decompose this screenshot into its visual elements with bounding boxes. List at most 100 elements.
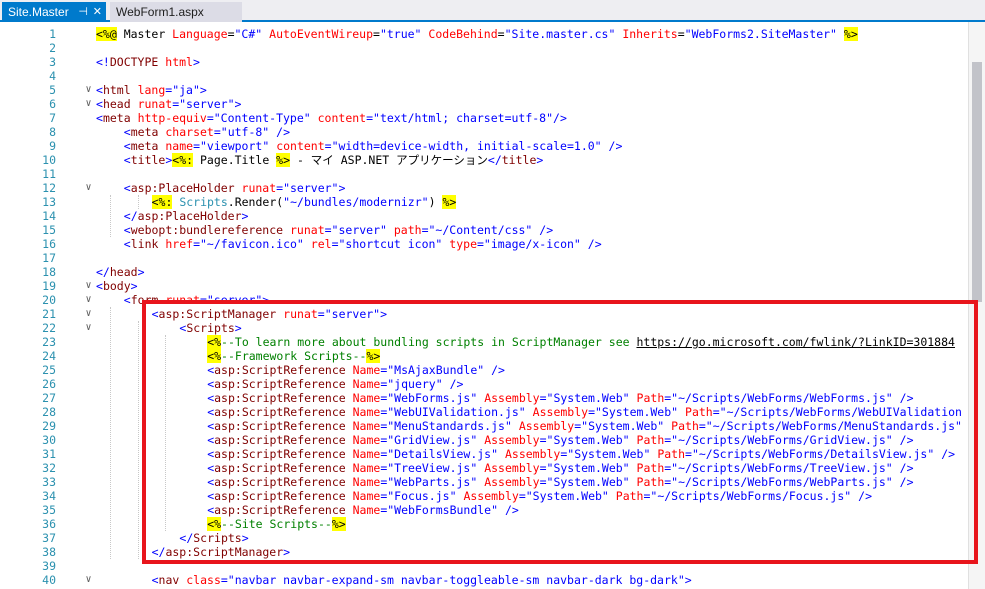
code-token: <: [96, 83, 103, 97]
outlining-margin[interactable]: ∨ ∨ ∨ ∨ ∨ ∨ ∨ ∨: [84, 22, 94, 589]
code-line[interactable]: <%@ Master Language="C#" AutoEventWireup…: [96, 27, 858, 41]
code-line[interactable]: <%: Scripts.Render("~/bundles/modernizr"…: [151, 195, 457, 209]
line-number: 33: [42, 475, 56, 489]
collapse-chevron-icon[interactable]: ∨: [84, 321, 93, 335]
code-token: asp:ScriptReference: [214, 475, 346, 489]
code-token: asp:ScriptReference: [214, 433, 346, 447]
code-line[interactable]: <form runat="server">: [124, 293, 269, 307]
code-token: ="server">: [172, 97, 242, 111]
code-token: Inherits: [622, 27, 678, 41]
indent-guide: [165, 335, 167, 531]
code-token: asp:PlaceHolder: [137, 209, 242, 223]
collapse-chevron-icon[interactable]: ∨: [84, 279, 93, 293]
code-token: />: [899, 433, 914, 447]
code-token: content: [276, 139, 325, 153]
code-line[interactable]: <asp:PlaceHolder runat="server">: [124, 181, 346, 195]
code-token: <: [96, 111, 103, 125]
code-token: >: [241, 209, 249, 223]
code-token: asp:ScriptReference: [214, 391, 346, 405]
code-line[interactable]: <%--Framework Scripts--%>: [207, 349, 381, 363]
code-token: <: [96, 97, 103, 111]
code-token: ="ja">: [165, 83, 207, 97]
code-token: Path: [671, 419, 699, 433]
code-line[interactable]: <asp:ScriptReference Name="DetailsView.j…: [207, 447, 955, 461]
code-token: />: [899, 391, 914, 405]
code-token: Path: [636, 391, 665, 405]
code-line[interactable]: <asp:ScriptReference Name="WebParts.js" …: [207, 475, 913, 489]
close-icon[interactable]: ✕: [93, 2, 102, 22]
code-line[interactable]: <asp:ScriptManager runat="server">: [152, 307, 387, 321]
code-line[interactable]: <meta http-equiv="Content-Type" content=…: [96, 111, 567, 125]
code-line[interactable]: <nav class="navbar navbar-expand-sm navb…: [152, 573, 692, 587]
code-line[interactable]: <asp:ScriptReference Name="jquery" />: [207, 377, 463, 391]
collapse-chevron-icon[interactable]: ∨: [84, 97, 93, 111]
code-line[interactable]: <asp:ScriptReference Name="MenuStandards…: [207, 419, 962, 433]
code-token: Assembly: [518, 419, 575, 433]
code-line[interactable]: </head>: [96, 265, 145, 279]
code-token: Scripts: [193, 531, 242, 545]
code-line[interactable]: <asp:ScriptReference Name="GridView.js" …: [207, 433, 913, 447]
code-token: />: [276, 125, 291, 139]
code-line[interactable]: <%--To learn more about bundling scripts…: [207, 335, 955, 349]
line-number: 23: [42, 335, 56, 349]
code-token: <%: [207, 517, 222, 531]
code-line[interactable]: <link href="~/favicon.ico" rel="shortcut…: [124, 237, 602, 251]
code-token: ="System.Web": [539, 461, 630, 475]
code-token: "true": [379, 27, 422, 41]
code-token: Assembly: [532, 405, 589, 419]
line-number: 21: [42, 307, 56, 321]
code-line[interactable]: <asp:ScriptReference Name="TreeView.js" …: [207, 461, 913, 475]
pin-icon[interactable]: ⊣: [78, 2, 88, 22]
collapse-chevron-icon[interactable]: ∨: [84, 293, 93, 307]
code-token: Scripts: [179, 195, 228, 209]
tab-site-master[interactable]: Site.Master ⊣ ✕: [2, 2, 106, 22]
code-token: ="System.Web": [539, 391, 630, 405]
code-line[interactable]: <asp:ScriptReference Name="MsAjaxBundle"…: [207, 363, 505, 377]
code-token: />: [899, 461, 914, 475]
code-line[interactable]: <meta charset="utf-8" />: [124, 125, 290, 139]
code-token: />: [491, 363, 505, 377]
code-line[interactable]: <webopt:bundlereference runat="server" p…: [124, 223, 553, 237]
code-token: body: [102, 279, 131, 293]
code-token: "~/bundles/modernizr": [283, 195, 429, 209]
line-number-gutter: 1 2 3 4 5 6 7 8 9 10 11 12 13 14 15 16 17 18 19 20 21 22 23 24 2…: [0, 22, 60, 589]
tab-label: WebForm1.aspx: [116, 5, 204, 19]
code-token: asp:ScriptManager: [165, 545, 284, 559]
code-line[interactable]: <asp:ScriptReference Name="Focus.js" Ass…: [207, 489, 872, 503]
tab-webform1-aspx[interactable]: WebForm1.aspx: [110, 2, 242, 22]
code-token: runat: [165, 293, 200, 307]
code-line[interactable]: </Scripts>: [179, 531, 248, 545]
collapse-chevron-icon[interactable]: ∨: [84, 307, 93, 321]
code-link[interactable]: https://go.microsoft.com/fwlink/?LinkID=…: [636, 335, 955, 349]
line-number: 22: [42, 321, 56, 335]
code-line[interactable]: </asp:PlaceHolder>: [124, 209, 249, 223]
line-number: 27: [42, 391, 56, 405]
code-line[interactable]: <asp:ScriptReference Name="WebForms.js" …: [207, 391, 913, 405]
code-line[interactable]: <Scripts>: [179, 321, 241, 335]
line-number: 10: [42, 153, 56, 167]
code-line[interactable]: <html lang="ja">: [96, 83, 207, 97]
line-number: 24: [42, 349, 56, 363]
code-line[interactable]: <title><%: Page.Title %> - マイ ASP.NET アプ…: [124, 153, 543, 167]
code-line[interactable]: <head runat="server">: [96, 97, 241, 111]
code-line[interactable]: <!DOCTYPE html>: [96, 55, 200, 69]
code-line[interactable]: <%--Site Scripts--%>: [207, 517, 346, 531]
code-line[interactable]: <meta name="viewport" content="width=dev…: [124, 139, 623, 153]
code-token: lang: [137, 83, 166, 97]
collapse-chevron-icon[interactable]: ∨: [84, 573, 93, 587]
vertical-scrollbar[interactable]: [968, 22, 985, 589]
code-editor[interactable]: <%@ Master Language="C#" AutoEventWireup…: [96, 22, 968, 589]
code-line[interactable]: <body>: [96, 279, 138, 293]
code-line[interactable]: <asp:ScriptReference Name="WebFormsBundl…: [207, 503, 519, 517]
code-line[interactable]: </asp:ScriptManager>: [152, 545, 291, 559]
code-token: ="System.Web": [574, 419, 665, 433]
scrollbar-thumb[interactable]: [972, 62, 982, 302]
collapse-chevron-icon[interactable]: ∨: [84, 181, 93, 195]
collapse-chevron-icon[interactable]: ∨: [84, 83, 93, 97]
code-line[interactable]: <asp:ScriptReference Name="WebUIValidati…: [207, 405, 962, 419]
code-token: Assembly: [463, 489, 519, 503]
